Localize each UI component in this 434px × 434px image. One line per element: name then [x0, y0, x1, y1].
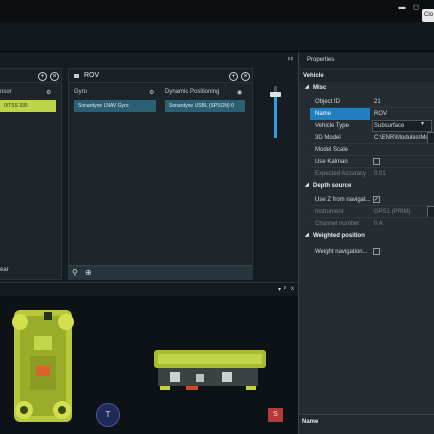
viewport-dropdown-icon[interactable]: ▾ [278, 286, 281, 293]
add-icon[interactable]: + [229, 72, 238, 81]
close-button[interactable]: Clo [422, 9, 434, 22]
vehicle-panel-left: + × nsor ⚙ 0/TSS 335 [0, 68, 62, 280]
collapse-icon[interactable]: ◢ [305, 182, 309, 188]
dp-signal-icon[interactable]: ◉ [237, 89, 242, 96]
gyro-settings-icon[interactable]: ⚙ [149, 89, 154, 96]
property-row: Channel number 0 A [315, 221, 383, 227]
property-row-selected[interactable]: Name ROV [299, 108, 434, 120]
zoom-slider-fill [274, 96, 277, 138]
rov-side-view [154, 350, 266, 390]
collapse-icon[interactable]: ◢ [305, 84, 309, 90]
property-row[interactable]: Use Z from navigat... ✓ [299, 194, 434, 206]
panel-header: ROV + × [69, 69, 252, 83]
add-sensor-icon[interactable]: ⊕ [85, 268, 92, 277]
properties-title: Properties [307, 57, 335, 63]
panel-title: ROV [84, 72, 100, 79]
properties-panel: ᵖ Properties Vehicle ◢ Misc Object ID 21… [291, 52, 434, 434]
gyro-sensor-slot[interactable]: Sonardyne LNAV Gyro [74, 100, 156, 112]
vehicle-panel-rov: ROV + × Gyro ⚙ Dynamic Positioning ◉ Son… [68, 68, 253, 280]
property-row[interactable]: Use Kalman [299, 156, 434, 168]
close-icon[interactable]: × [241, 72, 250, 81]
sensor-slot[interactable]: 0/TSS 335 [0, 100, 56, 112]
property-row[interactable]: Object ID 21 [299, 96, 434, 108]
panel-icon [74, 74, 79, 78]
viewport-close-icon[interactable]: x [291, 286, 294, 292]
sensor-workspace: + × nsor ⚙ 0/TSS 335 ear ROV + × Gyro ⚙ … [0, 52, 298, 282]
left-panel-footer-label: ear [0, 267, 9, 273]
property-row: Expected Accuracy 0.01 [315, 171, 386, 177]
collapse-icon[interactable]: ◢ [305, 232, 309, 238]
instrument-row: Instrument GPS1 (PRIM) [299, 206, 434, 218]
scale-tool-button[interactable]: S [268, 408, 283, 422]
section-misc[interactable]: ◢ Misc [299, 82, 434, 94]
restore-icon[interactable]: ▬ [396, 2, 408, 14]
property-row[interactable]: Model Scale [299, 144, 434, 156]
model-path-value: C:\ENR\Modules\Mo [374, 135, 429, 141]
model-path-row[interactable]: 3D Model C:\ENR\Modules\Mo [299, 132, 434, 144]
add-icon[interactable]: + [38, 72, 47, 81]
use-kalman-checkbox[interactable] [373, 158, 380, 165]
property-description-bar: Name [299, 414, 434, 434]
viewport-header: ▾ ᵖ x [0, 282, 298, 296]
dp-column-label: Dynamic Positioning [165, 89, 220, 95]
viewport-pin-icon[interactable]: ᵖ [284, 286, 286, 292]
sensor-settings-icon[interactable]: ⚙ [46, 89, 51, 96]
zoom-slider-thumb[interactable] [270, 92, 281, 97]
rov-model-view [12, 310, 266, 422]
properties-header: ᵖ Properties [291, 52, 434, 68]
chevron-down-icon[interactable]: ▼ [420, 121, 425, 127]
vehicle-type-row[interactable]: Vehicle Type Subsurface ▼ [299, 120, 434, 132]
pin-icon[interactable]: ᵖ [288, 57, 290, 63]
translate-tool-button[interactable]: T [96, 403, 120, 427]
use-z-checkbox[interactable]: ✓ [373, 196, 380, 203]
properties-pin-icon[interactable]: ᵖ [291, 57, 293, 63]
maximize-icon[interactable]: ◻ [410, 2, 422, 14]
weight-navigation-checkbox[interactable] [373, 248, 380, 255]
section-weighted-position[interactable]: ◢ Weighted position [299, 230, 434, 242]
window-titlebar: ▬ ◻ Clo [0, 0, 434, 22]
3d-viewport[interactable] [0, 296, 298, 434]
sensor-column-label: nsor [0, 89, 12, 95]
rov-top-view [12, 310, 74, 422]
section-depth-source[interactable]: ◢ Depth source [299, 180, 434, 192]
location-pin-icon[interactable]: ⚲ [72, 268, 78, 277]
gyro-column-label: Gyro [74, 89, 88, 95]
panel-footer: ⚲ ⊕ [69, 265, 252, 279]
close-icon[interactable]: × [50, 72, 59, 81]
toolbar [0, 22, 434, 52]
dp-sensor-slot[interactable]: Sonardyne USBL (SPSON) 0 [165, 100, 245, 112]
category-vehicle[interactable]: Vehicle [299, 70, 434, 82]
panel-header: + × [0, 69, 61, 83]
property-row[interactable]: Weight navigation... [299, 246, 434, 258]
